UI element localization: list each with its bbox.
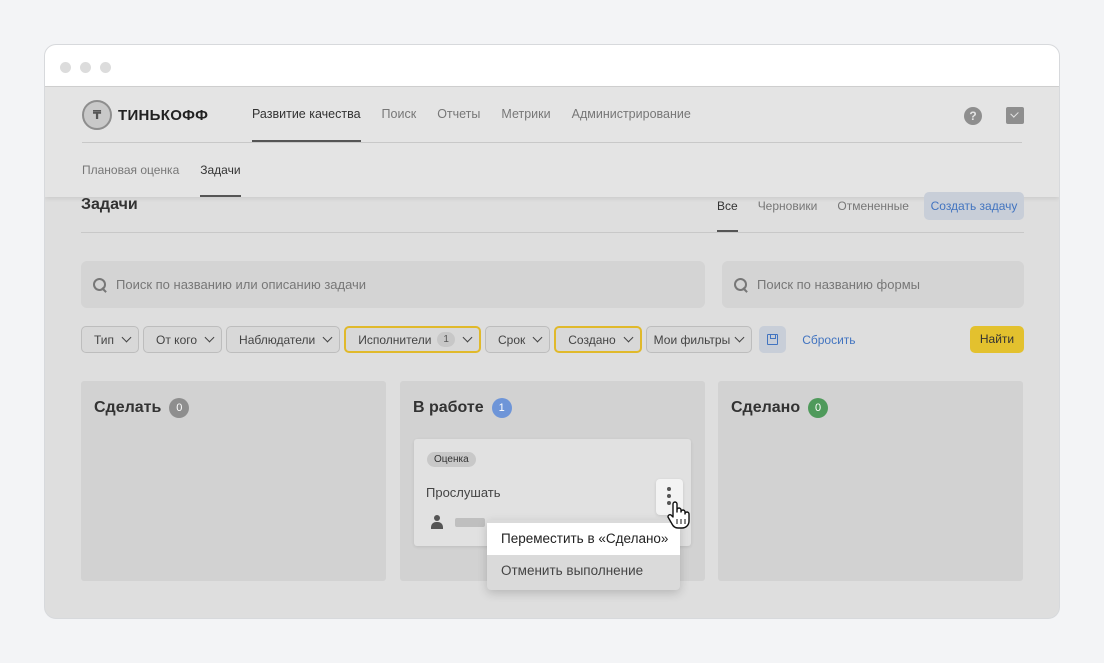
column-title: Сделать [94, 399, 162, 416]
kebab-dot [667, 494, 671, 498]
filter-executors-label: Исполнители [358, 332, 432, 347]
menu-item-cancel[interactable]: Отменить выполнение [487, 555, 680, 587]
column-header: Сделано 0 [731, 398, 829, 418]
filter-deadline[interactable]: Срок [484, 326, 551, 353]
search-icon [734, 277, 748, 292]
column-count-badge: 0 [808, 398, 829, 418]
chevron-down-icon [204, 332, 215, 343]
column-header: В работе 1 [413, 398, 512, 418]
chevron-down-icon [532, 332, 543, 343]
page-title: Задачи [81, 196, 138, 213]
user-avatar-icon [430, 515, 444, 529]
hand-cursor-icon [667, 501, 690, 529]
filter-from-label: От кого [156, 332, 198, 347]
tab-all[interactable]: Все [717, 192, 738, 232]
status-tabs: Все Черновики Отмененные [717, 192, 909, 232]
chevron-down-icon [623, 332, 634, 343]
column-done: Сделано 0 [718, 381, 1023, 581]
filter-my-filters[interactable]: Мои фильтры [645, 326, 753, 353]
column-todo: Сделать 0 [81, 381, 386, 581]
menu-item-move-done[interactable]: Переместить в «Сделано» [487, 523, 680, 555]
task-search[interactable] [81, 261, 705, 308]
form-search-input[interactable] [757, 277, 1018, 292]
task-context-menu: Переместить в «Сделано» Отменить выполне… [487, 520, 680, 590]
tab-cancelled[interactable]: Отмененные [837, 192, 909, 232]
filter-observers-label: Наблюдатели [239, 332, 316, 347]
filter-observers[interactable]: Наблюдатели [226, 326, 341, 353]
column-count-badge: 0 [169, 398, 190, 418]
search-icon [93, 277, 107, 292]
column-title: Сделано [731, 399, 801, 416]
chevron-down-icon [322, 332, 333, 343]
assignee-name-redacted [455, 518, 485, 527]
filter-executors-count: 1 [437, 332, 455, 347]
create-task-button[interactable]: Создать задачу [924, 192, 1024, 220]
tab-drafts[interactable]: Черновики [758, 192, 818, 232]
task-title: Прослушать [426, 485, 501, 500]
filter-executors[interactable]: Исполнители 1 [344, 326, 481, 353]
filter-my-filters-label: Мои фильтры [653, 332, 731, 347]
column-title: В работе [413, 399, 484, 416]
reset-filters-link[interactable]: Сбросить [802, 333, 855, 347]
filter-created[interactable]: Создано [554, 326, 642, 353]
save-filter-button[interactable] [759, 326, 787, 353]
filter-created-label: Создано [568, 332, 616, 347]
task-search-input[interactable] [116, 277, 667, 292]
floppy-disk-icon [767, 334, 779, 345]
find-button[interactable]: Найти [970, 326, 1024, 353]
title-divider [81, 232, 1024, 233]
form-search[interactable] [722, 261, 1024, 308]
chevron-down-icon [462, 332, 473, 343]
column-header: Сделать 0 [94, 398, 190, 418]
task-tag: Оценка [427, 452, 476, 467]
filter-from[interactable]: От кого [143, 326, 223, 353]
column-count-badge: 1 [491, 398, 512, 418]
filter-type[interactable]: Тип [81, 326, 140, 353]
chevron-down-icon [734, 332, 745, 343]
kebab-dot [667, 487, 671, 491]
chevron-down-icon [121, 332, 132, 343]
filter-type-label: Тип [94, 332, 115, 347]
filter-bar: Тип От кого Наблюдатели Исполнители 1 Сро… [81, 326, 856, 353]
filter-deadline-label: Срок [497, 332, 526, 347]
